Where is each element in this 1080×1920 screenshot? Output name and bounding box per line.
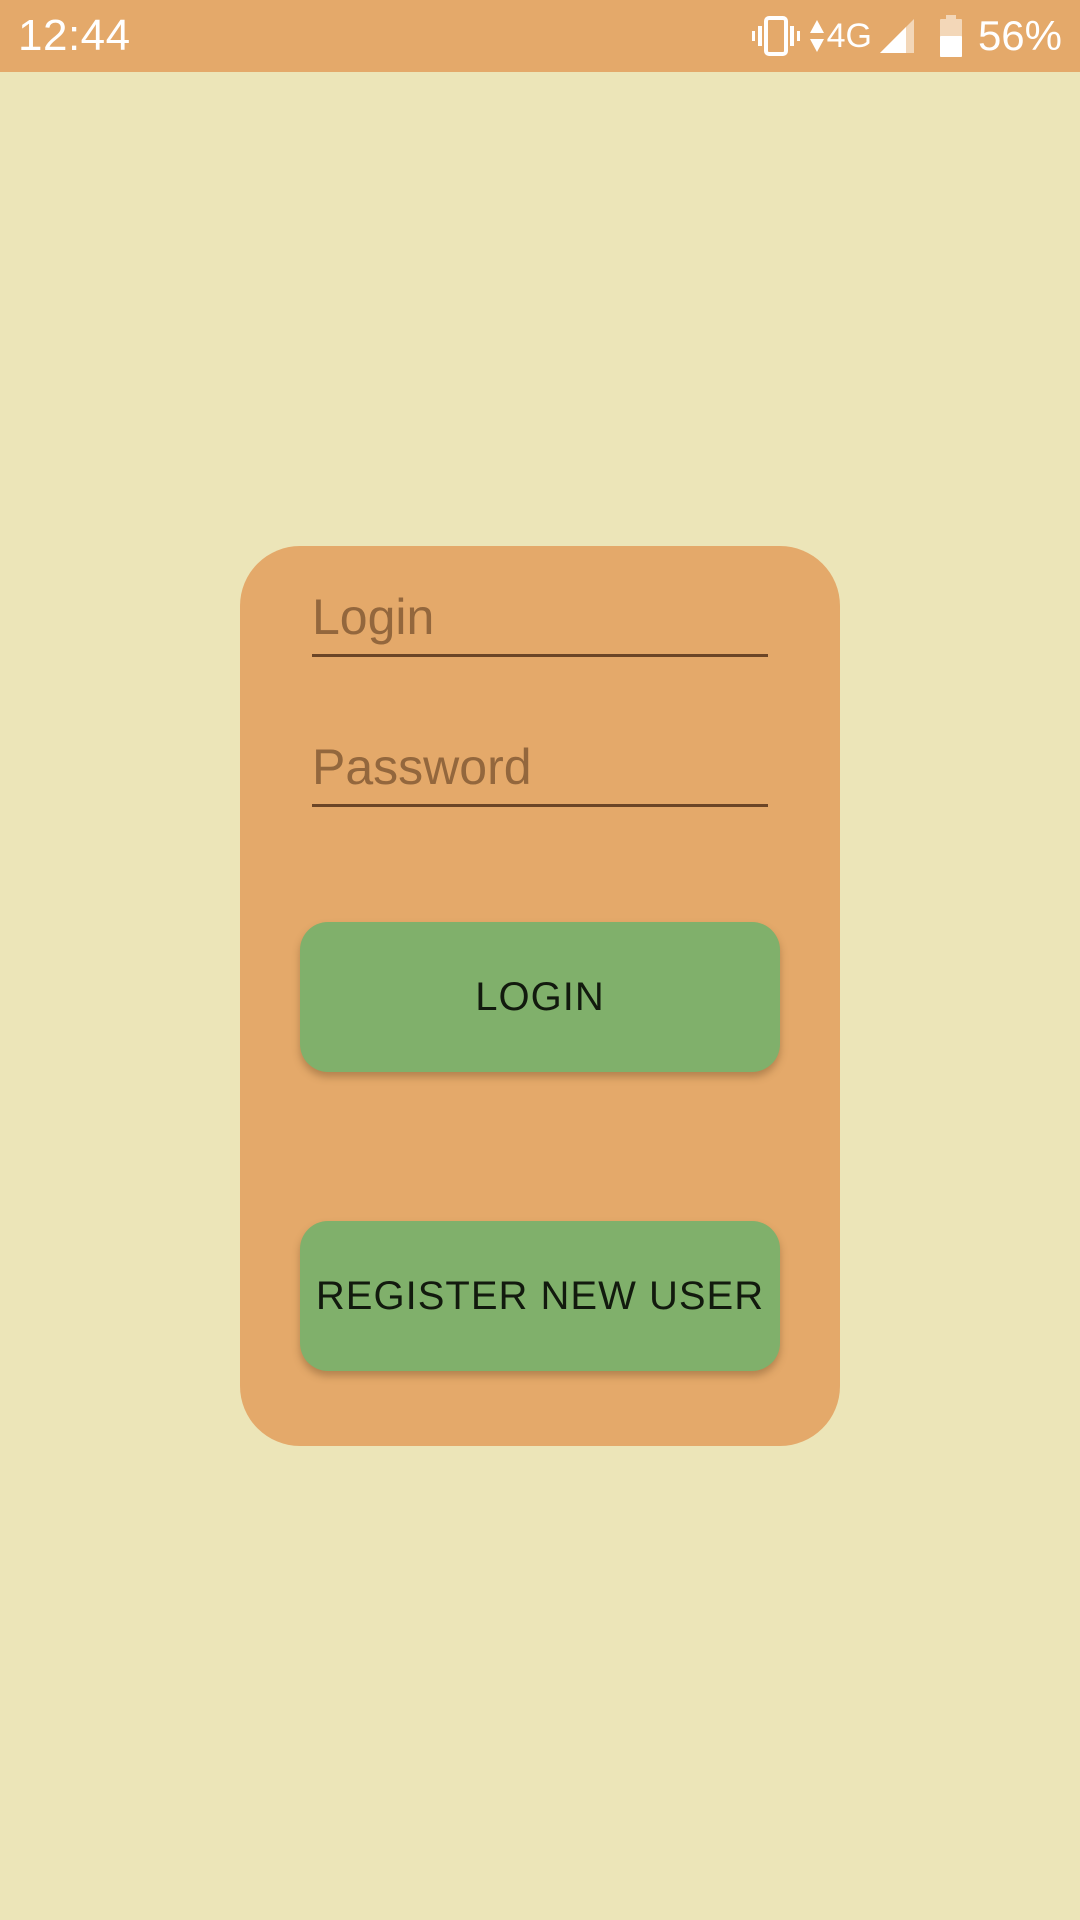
- battery-icon: [938, 15, 964, 57]
- signal-icon: [878, 17, 916, 55]
- login-button[interactable]: LOGIN: [300, 922, 780, 1072]
- status-bar: 12:44 4G 56%: [0, 0, 1080, 72]
- login-input[interactable]: [312, 588, 768, 646]
- data-arrows-icon: [809, 19, 825, 53]
- login-field[interactable]: [312, 564, 768, 657]
- login-button-label: LOGIN: [475, 974, 605, 1019]
- password-input[interactable]: [312, 738, 768, 796]
- password-field[interactable]: [312, 714, 768, 807]
- status-icons: 4G 56%: [751, 0, 1062, 72]
- register-button-label: REGISTER NEW USER: [315, 1273, 765, 1318]
- status-time: 12:44: [18, 11, 131, 60]
- network-type: 4G: [826, 17, 872, 55]
- battery-percentage: 56%: [977, 12, 1062, 59]
- vibrate-icon: [751, 14, 801, 58]
- register-button[interactable]: REGISTER NEW USER: [300, 1221, 780, 1371]
